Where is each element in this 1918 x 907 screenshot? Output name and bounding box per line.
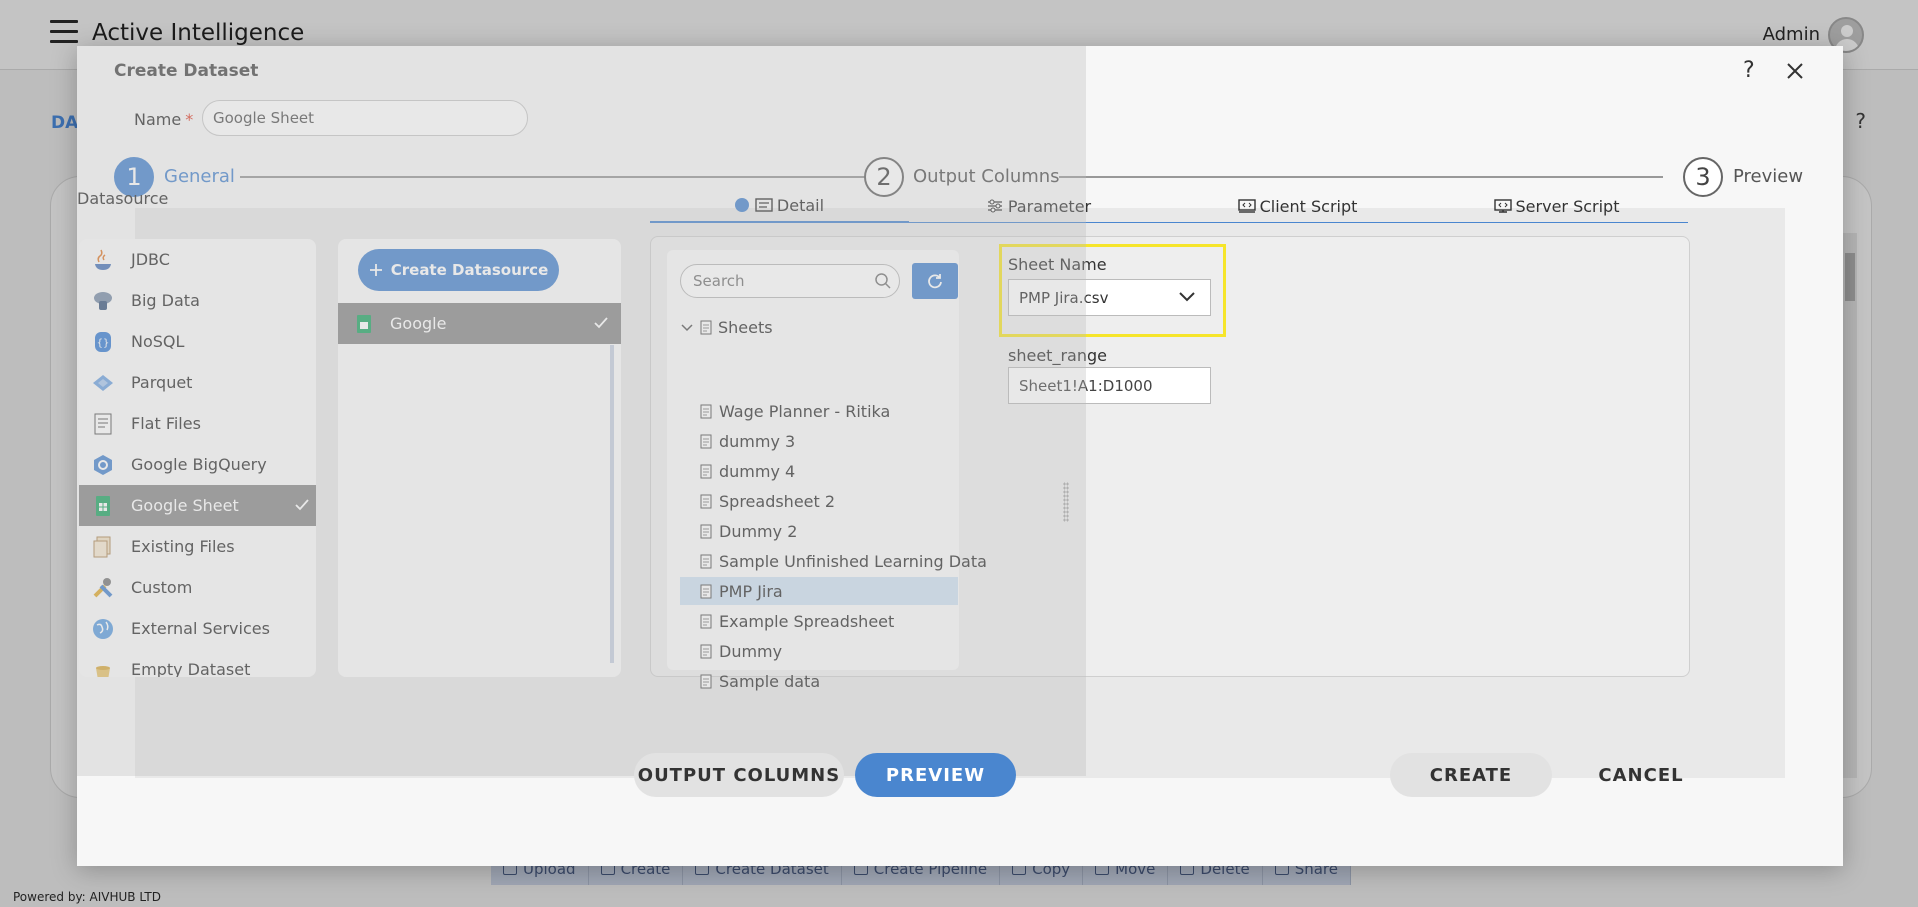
- datasource-list: JDBC Big Data {} NoSQL Parquet Flat File…: [79, 239, 316, 677]
- server-script-icon: [1493, 199, 1512, 213]
- document-icon: [700, 320, 712, 335]
- step-3-circle[interactable]: 3: [1683, 157, 1723, 197]
- document-icon: [700, 404, 712, 418]
- detail-icon: [755, 198, 773, 212]
- parquet-icon: [91, 371, 115, 395]
- globe-icon: [91, 617, 115, 641]
- document-icon: [700, 554, 712, 568]
- search-input[interactable]: [680, 264, 900, 298]
- user-name[interactable]: Admin: [1763, 24, 1820, 45]
- sheet-range-input[interactable]: [1008, 367, 1211, 404]
- existing-files-icon: [91, 535, 115, 559]
- sheet-range-label: sheet_range: [1008, 346, 1107, 365]
- step-connector: [1059, 176, 1663, 178]
- modal-title: Create Dataset: [114, 61, 259, 81]
- flat-files-icon: [91, 412, 115, 436]
- document-icon: [700, 614, 712, 628]
- check-icon: [593, 315, 609, 331]
- app-title: Active Intelligence: [92, 20, 305, 46]
- datasource-item-jdbc[interactable]: JDBC: [79, 239, 316, 280]
- connection-item-google[interactable]: Google: [338, 303, 621, 344]
- client-script-icon: [1237, 199, 1256, 213]
- connection-scrollbar[interactable]: [610, 345, 614, 663]
- sheet-item[interactable]: Sample Unfinished Learning Data: [680, 547, 987, 575]
- datasource-item-empty-dataset[interactable]: Empty Dataset: [79, 649, 316, 677]
- chevron-down-icon: [681, 323, 693, 331]
- document-icon: [700, 674, 712, 688]
- sheet-item-selected[interactable]: PMP Jira: [680, 577, 958, 605]
- big-data-icon: [91, 289, 115, 313]
- create-datasource-button[interactable]: Create Datasource: [358, 249, 559, 291]
- sheet-item[interactable]: Dummy 2: [680, 517, 958, 545]
- sheet-item[interactable]: Example Spreadsheet: [680, 607, 958, 635]
- sheet-item[interactable]: Spreadsheet 2: [680, 487, 958, 515]
- create-button[interactable]: CREATE: [1390, 753, 1552, 797]
- name-label: Name *: [134, 110, 194, 129]
- sheet-item[interactable]: dummy 3: [680, 427, 958, 455]
- bg-scrollbar: [1843, 233, 1857, 778]
- datasource-item-google-sheet[interactable]: Google Sheet: [79, 485, 316, 526]
- datasource-item-external-services[interactable]: External Services: [79, 608, 316, 649]
- custom-tools-icon: [91, 576, 115, 600]
- close-icon[interactable]: [1783, 59, 1807, 83]
- check-icon: [294, 497, 310, 513]
- document-icon: [700, 434, 712, 448]
- sheet-item[interactable]: Wage Planner - Ritika: [680, 397, 958, 425]
- bigquery-icon: [91, 453, 115, 477]
- datasource-item-flat-files[interactable]: Flat Files: [79, 403, 316, 444]
- step-1-label[interactable]: General: [164, 166, 235, 187]
- detail-tabs: Detail Parameter Client Script Server Sc…: [650, 189, 1688, 223]
- tab-parameter[interactable]: Parameter: [909, 189, 1168, 223]
- active-dot-icon: [734, 198, 749, 212]
- tab-client-script[interactable]: Client Script: [1168, 189, 1427, 223]
- document-icon: [700, 494, 712, 508]
- tab-server-script[interactable]: Server Script: [1427, 189, 1686, 223]
- sheet-item[interactable]: Dummy: [680, 637, 958, 665]
- tab-detail[interactable]: Detail: [650, 189, 909, 223]
- preview-button[interactable]: PREVIEW: [855, 753, 1016, 797]
- google-sheet-icon: [91, 494, 115, 518]
- bg-scrollbar-thumb: [1845, 253, 1855, 301]
- tree-root-sheets[interactable]: Sheets: [680, 318, 773, 337]
- name-input[interactable]: [202, 100, 528, 136]
- datasource-item-custom[interactable]: Custom: [79, 567, 316, 608]
- sheet-name-select[interactable]: PMP Jira.csv: [1008, 279, 1211, 316]
- search-icon[interactable]: [874, 272, 892, 290]
- sheet-item[interactable]: dummy 4: [680, 457, 958, 485]
- datasource-item-existing-files[interactable]: Existing Files: [79, 526, 316, 567]
- sliders-icon: [987, 199, 1002, 213]
- document-icon: [700, 644, 712, 658]
- datasource-item-nosql[interactable]: {} NoSQL: [79, 321, 316, 362]
- sheet-name-label: Sheet Name: [1008, 255, 1107, 274]
- powered-by: Powered by: AIVHUB LTD: [13, 890, 161, 904]
- datasource-title: Datasource: [77, 189, 169, 208]
- step-connector: [240, 176, 866, 178]
- refresh-button[interactable]: [912, 263, 958, 299]
- empty-dataset-icon: [91, 658, 115, 677]
- help-icon[interactable]: ?: [1743, 58, 1755, 83]
- plus-icon: [369, 264, 382, 276]
- chevron-down-icon: [1179, 292, 1195, 302]
- bg-help-icon: ?: [1855, 109, 1866, 133]
- output-columns-button[interactable]: OUTPUT COLUMNS: [634, 753, 844, 797]
- datasource-item-big-data[interactable]: Big Data: [79, 280, 316, 321]
- refresh-icon: [928, 274, 942, 289]
- resize-handle[interactable]: [1063, 482, 1069, 522]
- step-2-label[interactable]: Output Columns: [913, 166, 1060, 187]
- document-icon: [700, 524, 712, 538]
- datasource-item-google-bigquery[interactable]: Google BigQuery: [79, 444, 316, 485]
- bg-breadcrumb: DA: [51, 113, 79, 133]
- hamburger-menu-icon[interactable]: [50, 20, 78, 46]
- sheet-item[interactable]: Sample data: [680, 667, 958, 695]
- svg-text:{}: {}: [97, 338, 110, 349]
- jdbc-icon: [91, 248, 115, 272]
- step-3-label[interactable]: Preview: [1733, 166, 1803, 187]
- document-icon: [700, 584, 712, 598]
- document-icon: [700, 464, 712, 478]
- google-sheet-icon: [356, 315, 372, 333]
- datasource-item-parquet[interactable]: Parquet: [79, 362, 316, 403]
- cancel-button[interactable]: CANCEL: [1574, 753, 1708, 797]
- nosql-icon: {}: [91, 330, 115, 354]
